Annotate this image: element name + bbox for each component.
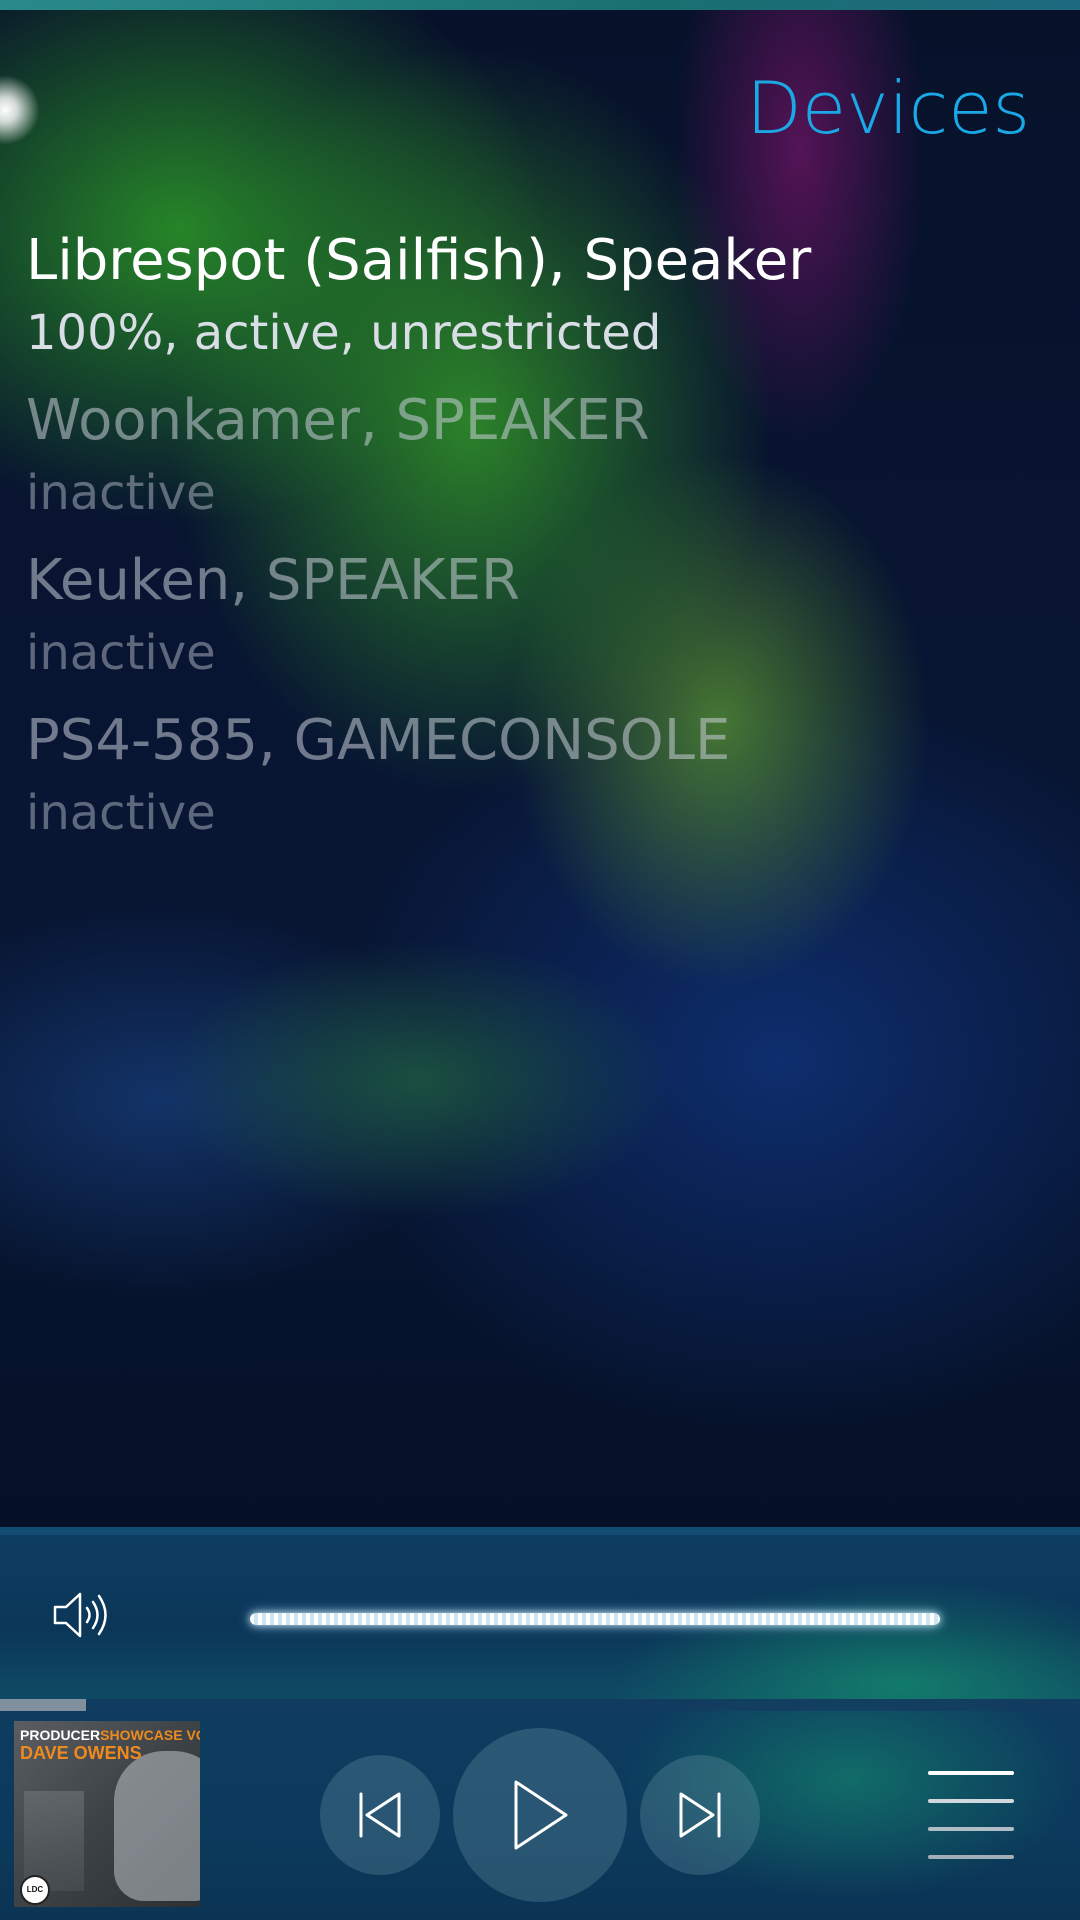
devices-screen: Devices Librespot (Sailfish), Speaker 10… xyxy=(0,0,1080,1920)
next-button[interactable] xyxy=(640,1755,760,1875)
device-status: 100%, active, unrestricted xyxy=(26,305,662,361)
album-art-face xyxy=(114,1751,200,1901)
player-bar: PRODUCERSHOWCASE VOL.2 DAVE OWENS LDC xyxy=(0,1699,1080,1920)
album-art-series-b: SHOWCASE VOL.2 xyxy=(100,1727,200,1743)
album-art-series-a: PRODUCER xyxy=(20,1727,101,1743)
pulley-menu-indicator xyxy=(0,75,40,145)
device-status: inactive xyxy=(26,785,216,841)
menu-icon[interactable] xyxy=(928,1771,1014,1859)
volume-panel xyxy=(0,1527,1080,1707)
speaker-volume-icon[interactable] xyxy=(52,1589,110,1641)
device-item-librespot[interactable]: Librespot (Sailfish), Speaker 100%, acti… xyxy=(26,225,1026,385)
menu-line xyxy=(928,1827,1014,1831)
menu-line xyxy=(928,1771,1014,1775)
album-art-badge: LDC xyxy=(20,1875,50,1905)
play-icon xyxy=(514,1780,568,1850)
page-title: Devices xyxy=(746,66,1030,150)
skip-previous-icon xyxy=(359,1792,401,1838)
device-name: Keuken, SPEAKER xyxy=(26,548,520,613)
album-art-series: PRODUCERSHOWCASE VOL.2 xyxy=(20,1727,200,1743)
device-name: Librespot (Sailfish), Speaker xyxy=(26,228,812,293)
track-progress-fill xyxy=(0,1699,87,1711)
device-item-keuken[interactable]: Keuken, SPEAKER inactive xyxy=(26,545,1026,705)
device-name: PS4-585, GAMECONSOLE xyxy=(26,708,731,773)
previous-button[interactable] xyxy=(320,1755,440,1875)
volume-slider[interactable] xyxy=(250,1613,940,1625)
device-item-ps4[interactable]: PS4-585, GAMECONSOLE inactive xyxy=(26,705,1026,865)
track-progress-bar[interactable] xyxy=(0,1699,1080,1711)
album-art[interactable]: PRODUCERSHOWCASE VOL.2 DAVE OWENS LDC xyxy=(14,1721,200,1907)
play-button[interactable] xyxy=(453,1728,627,1902)
album-art-artist: DAVE OWENS xyxy=(20,1743,142,1763)
menu-line xyxy=(928,1855,1014,1859)
status-strip xyxy=(0,0,1080,10)
device-status: inactive xyxy=(26,625,216,681)
device-item-woonkamer[interactable]: Woonkamer, SPEAKER inactive xyxy=(26,385,1026,545)
device-list: Librespot (Sailfish), Speaker 100%, acti… xyxy=(26,225,1026,865)
menu-line xyxy=(928,1799,1014,1803)
device-status: inactive xyxy=(26,465,216,521)
device-name: Woonkamer, SPEAKER xyxy=(26,388,650,453)
skip-next-icon xyxy=(679,1792,721,1838)
